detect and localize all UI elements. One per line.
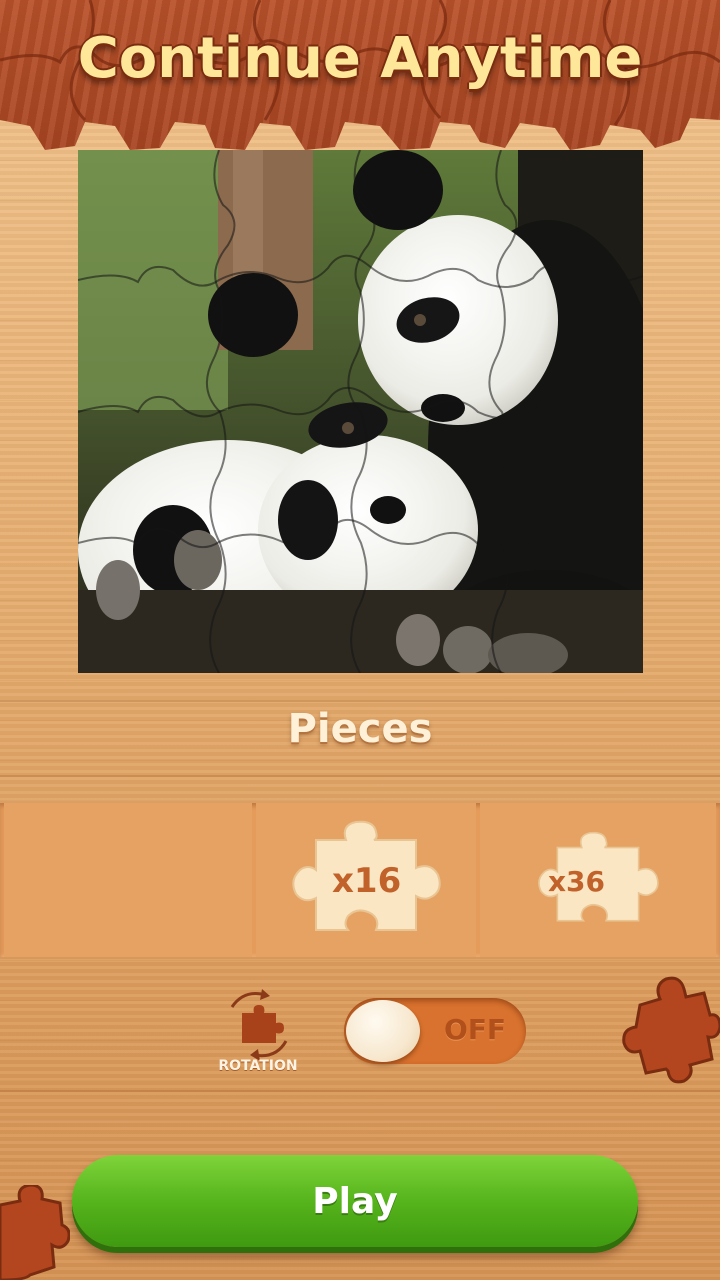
piece-count-selector: x16 x36 bbox=[0, 803, 720, 957]
wood-seam bbox=[0, 775, 720, 777]
header-banner: Continue Anytime bbox=[0, 0, 720, 150]
wood-seam bbox=[0, 700, 720, 702]
pieces-heading: Pieces bbox=[287, 706, 433, 752]
piece-option-x16[interactable]: x16 bbox=[256, 803, 476, 957]
piece-option-selected[interactable] bbox=[4, 803, 252, 957]
rotation-toggle[interactable]: OFF bbox=[344, 998, 526, 1064]
piece-count-label: x16 bbox=[332, 861, 402, 901]
decorative-puzzle-piece bbox=[622, 976, 720, 1084]
play-button[interactable]: Play bbox=[72, 1155, 638, 1247]
rotation-label: ROTATION bbox=[218, 1058, 298, 1074]
piece-option-x36[interactable]: x36 bbox=[480, 803, 716, 957]
puzzle-preview-image bbox=[78, 150, 643, 673]
toggle-knob[interactable] bbox=[346, 1000, 420, 1062]
page-title: Continue Anytime bbox=[77, 26, 643, 91]
wood-seam bbox=[0, 1090, 720, 1092]
play-button-label: Play bbox=[312, 1180, 398, 1222]
toggle-state-label: OFF bbox=[444, 1013, 507, 1046]
piece-count-label: x36 bbox=[548, 865, 606, 898]
panda-illustration bbox=[78, 150, 643, 673]
decorative-puzzle-piece bbox=[0, 1185, 70, 1280]
